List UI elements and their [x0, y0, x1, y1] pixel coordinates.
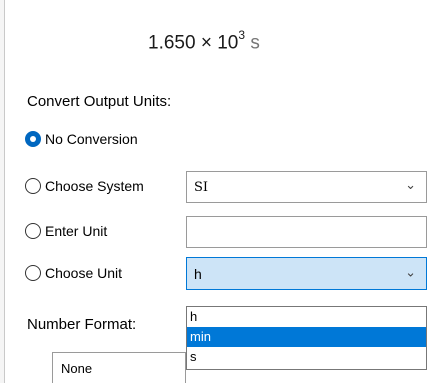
dropdown-option-min[interactable]: min [187, 327, 426, 347]
number-format-select[interactable]: None [52, 352, 186, 383]
unit-select-value: h [194, 265, 202, 282]
radio-choose-system[interactable]: Choose System [25, 178, 144, 194]
radio-choose-unit-label: Choose Unit [45, 265, 123, 281]
radio-unchecked-icon[interactable] [25, 223, 41, 239]
number-format-label: Number Format: [27, 316, 137, 333]
radio-checked-icon[interactable] [25, 131, 41, 147]
panel-left-border [0, 0, 5, 383]
unit-dropdown-list[interactable]: h min s [186, 306, 427, 370]
system-select-value: SI [194, 179, 209, 195]
dropdown-option-h[interactable]: h [187, 307, 426, 327]
radio-enter-unit[interactable]: Enter Unit [25, 223, 107, 239]
result-unit: s [250, 32, 260, 54]
enter-unit-input[interactable] [186, 216, 427, 248]
result-exponent: 3 [238, 28, 246, 42]
radio-enter-unit-label: Enter Unit [45, 223, 108, 239]
chevron-down-icon: ⌄ [405, 178, 416, 193]
radio-unchecked-icon[interactable] [25, 265, 41, 281]
system-select[interactable]: SI ⌄ [186, 171, 427, 203]
result-mantissa: 1.650 [148, 32, 196, 54]
result-times: × [200, 32, 212, 54]
radio-unchecked-icon[interactable] [25, 178, 41, 194]
result-value: 1.650 × 103 s [148, 28, 260, 54]
radio-no-conversion[interactable]: No Conversion [25, 131, 138, 147]
radio-choose-unit[interactable]: Choose Unit [25, 265, 122, 281]
radio-no-conversion-label: No Conversion [45, 131, 138, 147]
number-format-value: None [61, 360, 93, 376]
unit-select[interactable]: h ⌄ [186, 257, 427, 290]
convert-units-heading: Convert Output Units: [27, 93, 172, 110]
result-base: 10 [217, 32, 239, 54]
dropdown-option-s[interactable]: s [187, 347, 426, 367]
chevron-down-icon: ⌄ [405, 263, 416, 279]
radio-choose-system-label: Choose System [45, 178, 144, 194]
